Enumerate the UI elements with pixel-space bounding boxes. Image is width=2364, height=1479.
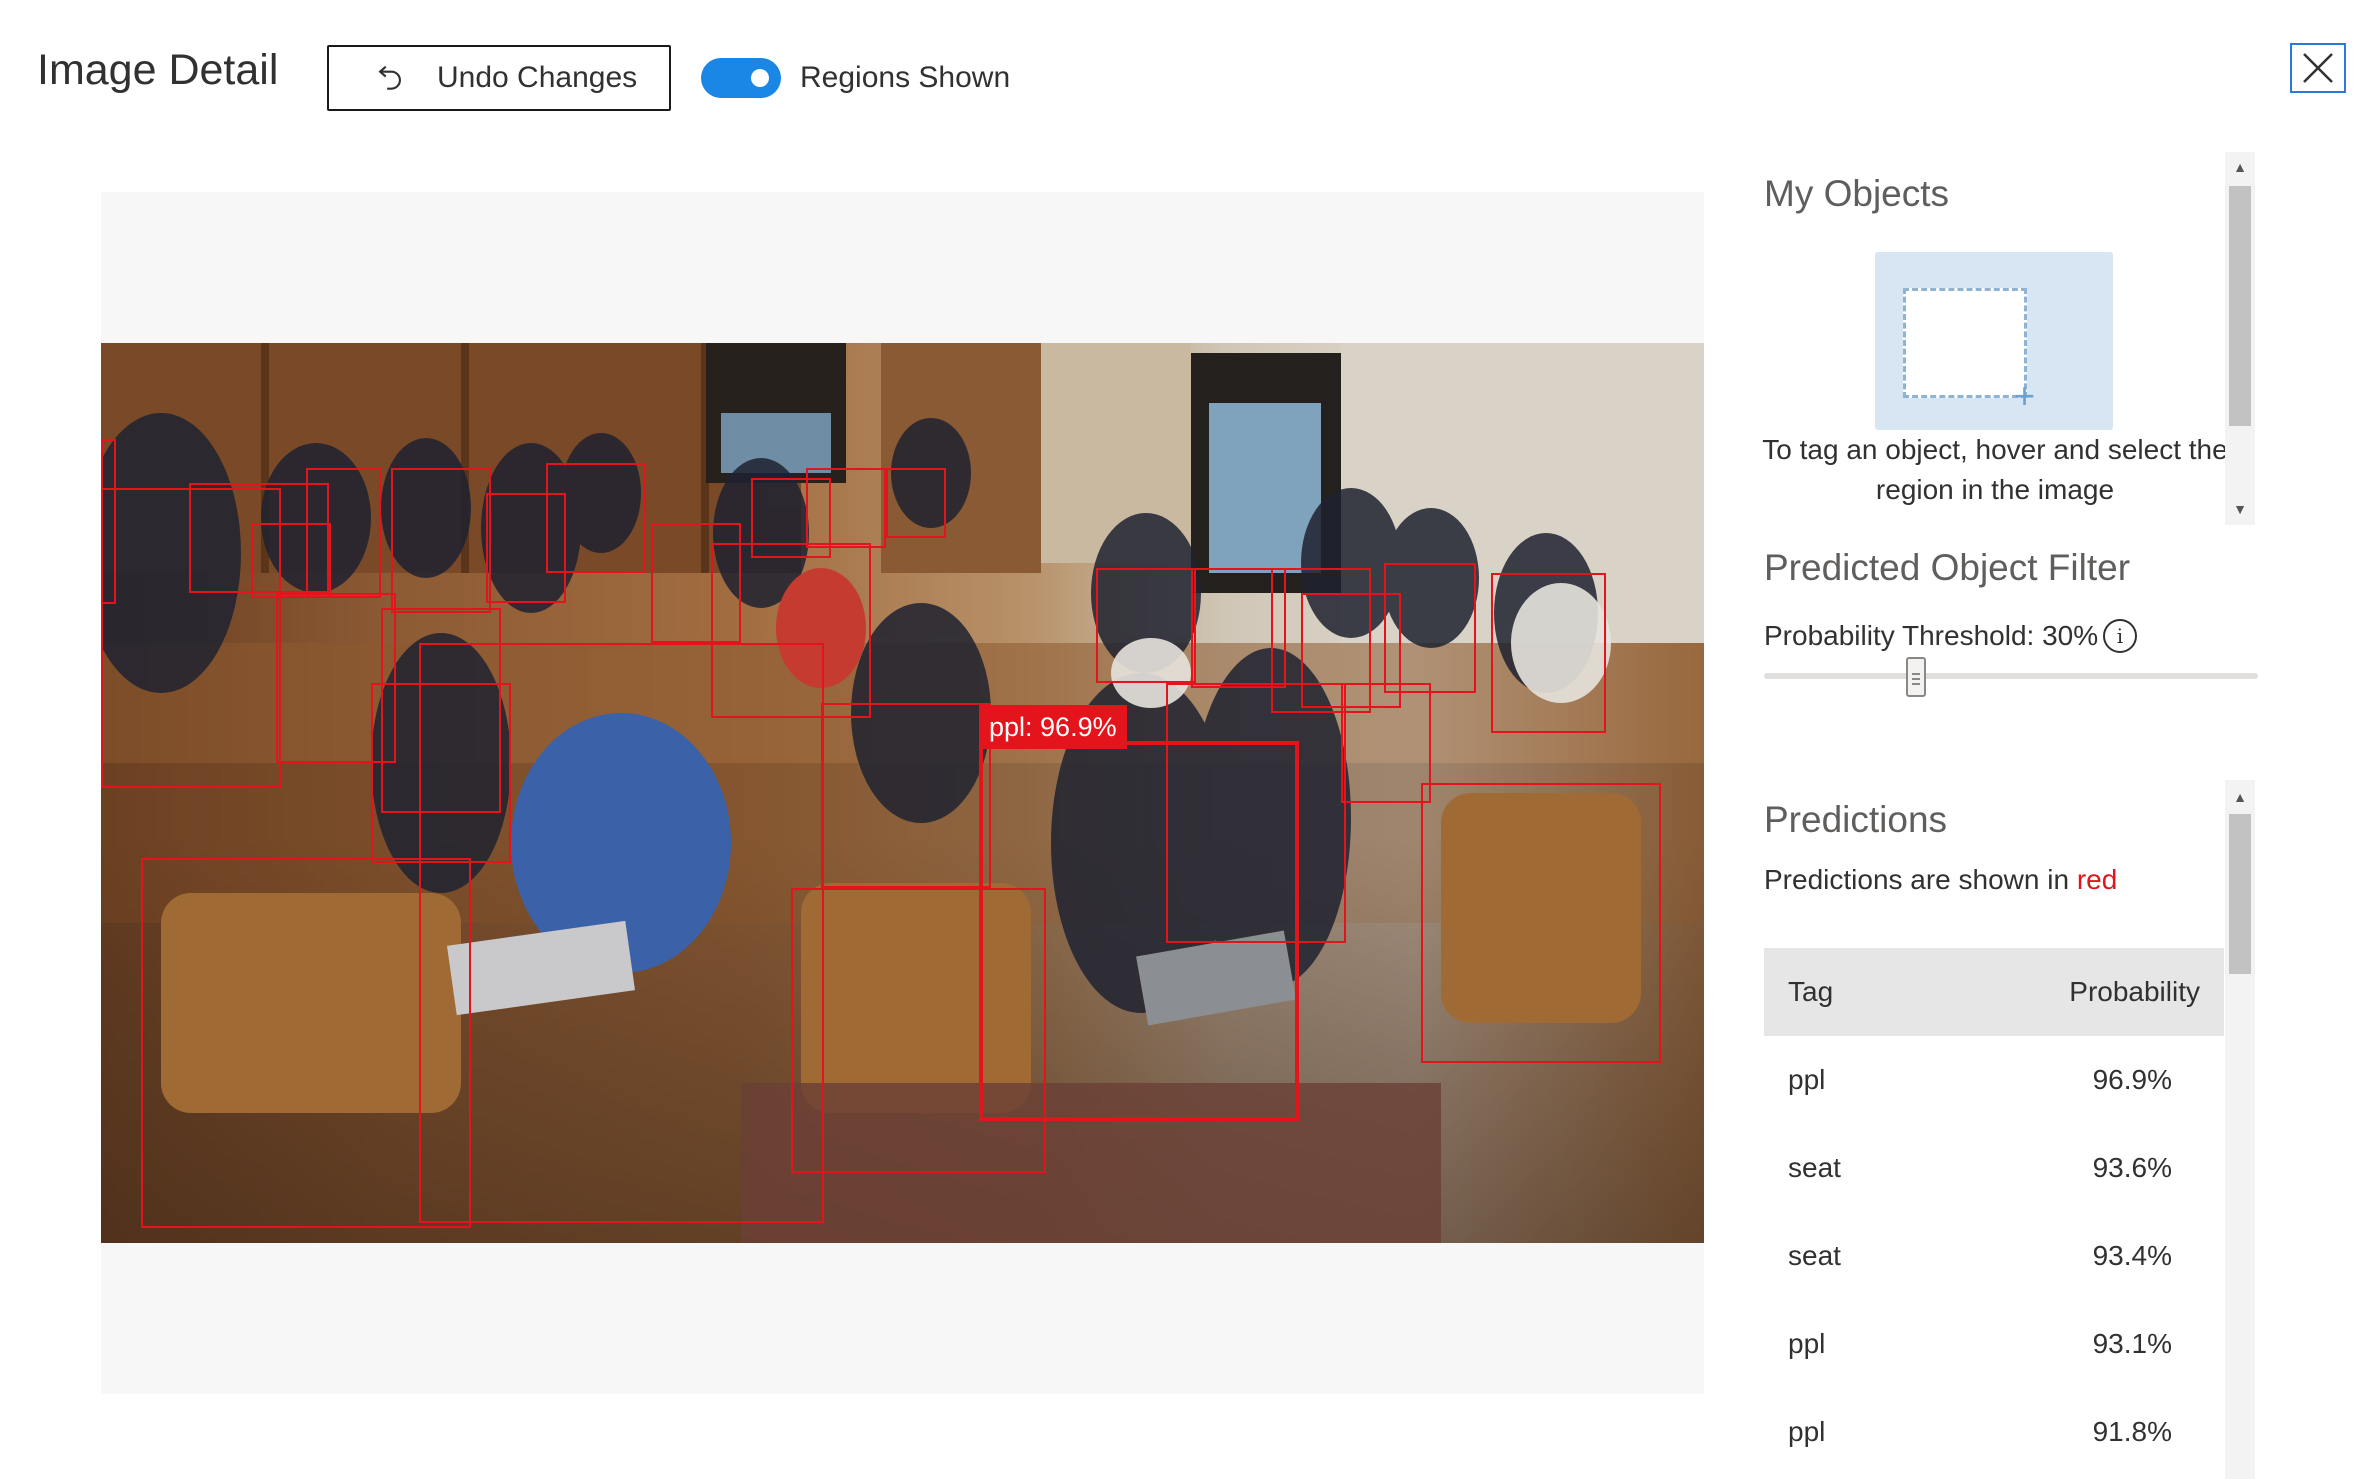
toggle-knob bbox=[751, 69, 769, 87]
predictions-heading: Predictions bbox=[1764, 799, 1948, 840]
table-row[interactable]: seat 93.6% bbox=[1764, 1124, 2224, 1212]
table-row[interactable]: seat 93.4% bbox=[1764, 1212, 2224, 1300]
row-tag: seat bbox=[1788, 1152, 1841, 1183]
prediction-region[interactable] bbox=[886, 468, 946, 538]
prediction-region[interactable] bbox=[251, 523, 331, 598]
regions-shown-toggle[interactable] bbox=[701, 58, 781, 98]
predictions-table-header: Tag Probability bbox=[1764, 948, 2224, 1036]
tag-object-placeholder[interactable]: + bbox=[1875, 252, 2113, 430]
prediction-region[interactable] bbox=[419, 643, 824, 1223]
tag-object-hint: To tag an object, hover and select the r… bbox=[1762, 434, 2228, 505]
prediction-region[interactable] bbox=[806, 468, 886, 548]
row-probability: 93.1% bbox=[2092, 1328, 2172, 1359]
scrollbar-thumb[interactable] bbox=[2229, 186, 2251, 426]
column-header-probability: Probability bbox=[2069, 976, 2200, 1007]
predictions-scrollbar[interactable]: ▲ bbox=[2225, 780, 2255, 1479]
selected-region-label: ppl: 96.9% bbox=[979, 705, 1127, 749]
column-header-tag: Tag bbox=[1788, 976, 1834, 1007]
close-icon bbox=[2303, 53, 2333, 83]
table-row[interactable]: ppl 96.9% bbox=[1764, 1036, 2224, 1124]
plus-icon: + bbox=[2014, 375, 2036, 416]
probability-threshold-slider[interactable] bbox=[1764, 673, 2258, 679]
regions-shown-label: Regions Shown bbox=[800, 61, 1011, 94]
predictions-note: Predictions are shown in red bbox=[1764, 864, 2117, 896]
row-tag: ppl bbox=[1788, 1416, 1826, 1447]
probability-threshold-label: Probability Threshold: 30% bbox=[1764, 620, 2099, 651]
prediction-region[interactable] bbox=[1341, 683, 1431, 803]
my-objects-heading: My Objects bbox=[1764, 173, 1950, 214]
slider-handle[interactable] bbox=[1906, 657, 1926, 697]
row-tag: seat bbox=[1788, 1240, 1841, 1271]
row-probability: 93.4% bbox=[2092, 1240, 2172, 1271]
undo-icon bbox=[378, 65, 401, 90]
undo-changes-label: Undo Changes bbox=[437, 61, 638, 94]
row-probability: 96.9% bbox=[2092, 1064, 2172, 1095]
prediction-region[interactable] bbox=[1096, 568, 1196, 683]
predictions-note-color-word: red bbox=[2076, 864, 2118, 895]
scroll-up-icon[interactable]: ▲ bbox=[2225, 790, 2255, 804]
scrollbar-thumb[interactable] bbox=[2229, 814, 2251, 974]
classroom-photo[interactable]: ppl: 96.9% bbox=[101, 343, 1704, 1243]
table-row[interactable]: ppl 91.8% bbox=[1764, 1388, 2224, 1476]
prediction-region[interactable] bbox=[1491, 573, 1606, 733]
dashed-region-icon bbox=[1903, 288, 2027, 398]
prediction-region[interactable] bbox=[546, 463, 646, 573]
page-title: Image Detail bbox=[37, 46, 279, 94]
row-tag: ppl bbox=[1788, 1328, 1826, 1359]
my-objects-scrollbar[interactable]: ▲ ▼ bbox=[2225, 152, 2255, 525]
prediction-region[interactable] bbox=[1384, 563, 1476, 693]
table-row[interactable]: ppl 93.1% bbox=[1764, 1300, 2224, 1388]
selected-prediction-region[interactable] bbox=[979, 741, 1299, 1121]
prediction-region[interactable] bbox=[391, 468, 491, 613]
close-button[interactable] bbox=[2290, 43, 2346, 93]
row-probability: 93.6% bbox=[2092, 1152, 2172, 1183]
predicted-object-filter-heading: Predicted Object Filter bbox=[1764, 547, 2131, 588]
prediction-region[interactable] bbox=[1421, 783, 1661, 1063]
row-probability: 91.8% bbox=[2092, 1416, 2172, 1447]
predictions-note-text: Predictions are shown in bbox=[1764, 864, 2077, 895]
info-icon[interactable]: i bbox=[2103, 619, 2137, 653]
prediction-region[interactable] bbox=[821, 703, 991, 888]
undo-changes-button[interactable]: Undo Changes bbox=[327, 45, 671, 111]
row-tag: ppl bbox=[1788, 1064, 1826, 1095]
scroll-down-icon[interactable]: ▼ bbox=[2225, 502, 2255, 516]
scroll-up-icon[interactable]: ▲ bbox=[2225, 160, 2255, 174]
